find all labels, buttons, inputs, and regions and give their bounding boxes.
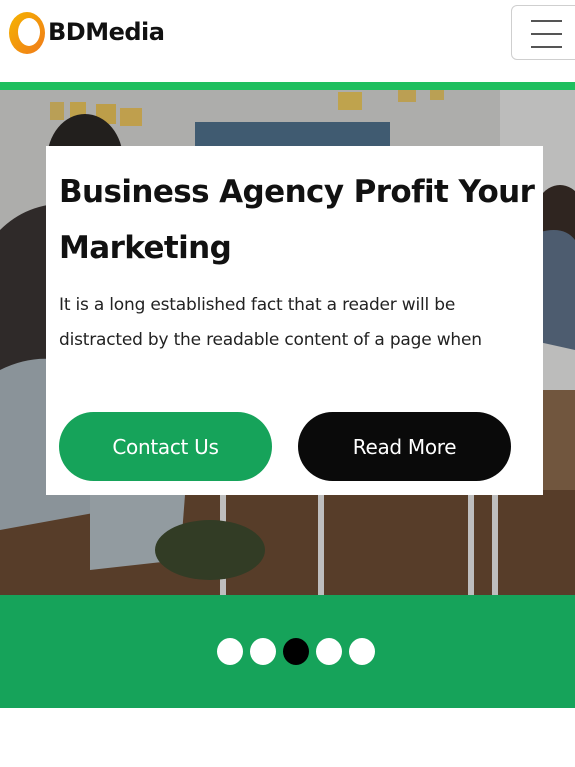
hamburger-bar xyxy=(531,33,562,35)
site-header: BDMedia xyxy=(0,0,575,82)
read-more-button[interactable]: Read More xyxy=(298,412,511,481)
slide-dot-2[interactable] xyxy=(250,638,276,665)
header-accent-line xyxy=(0,82,575,90)
slide-dot-1[interactable] xyxy=(217,638,243,665)
hero-card: Business Agency Profit Your Marketing It… xyxy=(46,146,543,495)
brand-name: BDMedia xyxy=(48,18,165,46)
contact-us-button[interactable]: Contact Us xyxy=(59,412,272,481)
hero-banner: Business Agency Profit Your Marketing It… xyxy=(0,90,575,595)
hamburger-bar xyxy=(531,46,562,48)
hamburger-menu-icon xyxy=(531,20,562,22)
brand-logo[interactable]: BDMedia xyxy=(8,10,165,54)
slide-dot-4[interactable] xyxy=(316,638,342,665)
slider-band xyxy=(0,595,575,708)
slider-pagination xyxy=(217,638,375,665)
circle-logo-icon xyxy=(8,11,46,54)
hero-description: It is a long established fact that a rea… xyxy=(59,295,482,350)
hero-title: Business Agency Profit Your Marketing xyxy=(59,174,535,266)
slide-dot-5[interactable] xyxy=(349,638,375,665)
menu-toggle-button[interactable] xyxy=(511,5,575,60)
slide-dot-3[interactable] xyxy=(283,638,309,665)
